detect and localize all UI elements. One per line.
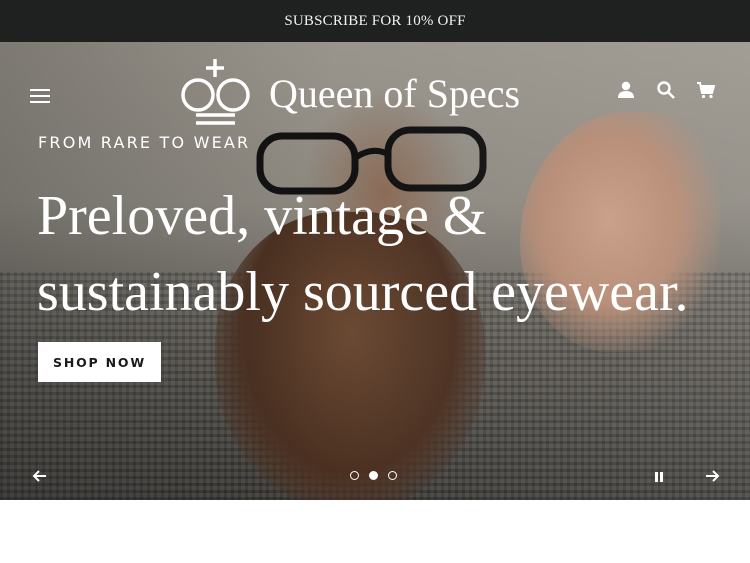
- crown-glasses-logo-icon: [181, 59, 250, 125]
- brand-name: Queen of Specs: [269, 71, 521, 116]
- brand-logo-link[interactable]: Queen of Specs: [177, 57, 520, 131]
- shop-now-button[interactable]: SHOP NOW: [38, 342, 161, 382]
- slide-dot-2-active[interactable]: [369, 471, 378, 480]
- menu-button[interactable]: [30, 86, 52, 106]
- slide-dot-3[interactable]: [388, 471, 397, 480]
- menu-icon-bar: [30, 89, 50, 91]
- announcement-text[interactable]: SUBSCRIBE FOR 10% OFF: [284, 13, 465, 30]
- menu-icon-bar: [30, 95, 50, 97]
- hero-headline-line-1: Preloved, vintage &: [37, 185, 487, 247]
- header-actions: [616, 80, 716, 100]
- pause-icon[interactable]: [652, 470, 666, 484]
- arrow-left-icon[interactable]: [30, 466, 50, 486]
- slide-dot-1[interactable]: [350, 471, 359, 480]
- account-icon[interactable]: [616, 80, 636, 100]
- arrow-right-icon[interactable]: [702, 466, 722, 486]
- announcement-bar[interactable]: SUBSCRIBE FOR 10% OFF: [0, 0, 750, 42]
- cart-icon[interactable]: [696, 80, 716, 100]
- slide-indicators: [350, 471, 397, 480]
- menu-icon-bar: [30, 101, 50, 103]
- search-icon[interactable]: [656, 80, 676, 100]
- hero-headline-line-2: sustainably sourced eyewear.: [37, 261, 689, 323]
- hero-eyebrow: FROM RARE TO WEAR: [38, 133, 251, 152]
- hero-headline: Preloved, vintage & sustainably sourced …: [37, 178, 727, 330]
